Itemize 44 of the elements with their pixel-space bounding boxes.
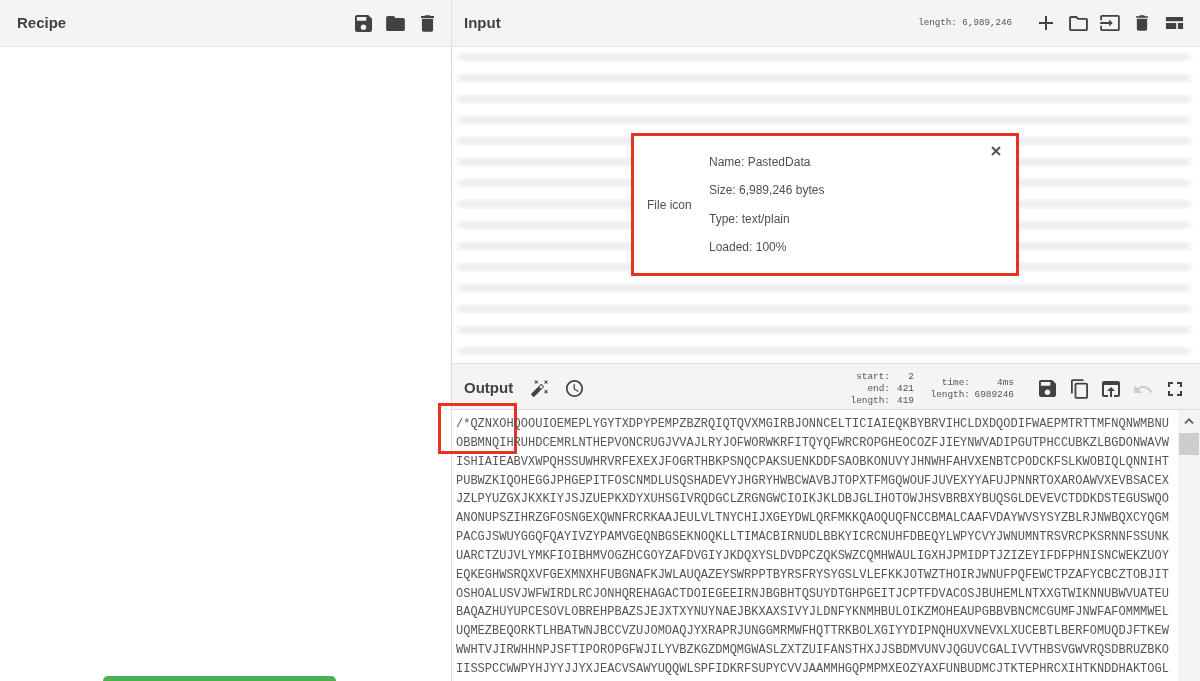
output-line: OSHOALUSVJWFWIRDLRCJONHQREHAGACTDOIEGEEIRNJBGBHTQSUYDTGHPGEITJCPTFDVACOSJBUHEMLNTXXGTWIKNNUBWVUATEU — [456, 585, 1170, 603]
copy-icon[interactable] — [1070, 378, 1088, 399]
box-arrow-up-icon[interactable] — [1102, 380, 1120, 397]
magic-wand-icon[interactable] — [531, 380, 549, 397]
panel-title: Recipe — [17, 12, 68, 33]
timing-stat: length: 6989246 — [930, 388, 1014, 401]
output-line: ISHIAIEABVXWPQHSSUWHRVRFEXEXJFOGRTHBKPSNQCPAKSUENKDDFSAOBKONUVYJHNWHFAHVXENBTCPODCKFSLKWOBIQLQNNIHT — [456, 453, 1170, 471]
output-line: WWHTVJIRWHHNPJSFTIPOROPGFWJILYVBZKGZDMQMGWASLZXTZUIFANSTHXJJSBDMVUNVJQGUVCGALIVVTHBSVGWVRQSDBRUZBKO — [456, 642, 1170, 660]
folder-icon[interactable] — [385, 15, 405, 31]
trash-icon[interactable] — [1136, 15, 1148, 31]
scrollbar[interactable] — [1178, 410, 1200, 681]
close-icon[interactable] — [991, 146, 1001, 156]
file-detail-text: Name: PastedData — [709, 153, 812, 171]
box-arrow-in-icon[interactable] — [1100, 15, 1120, 31]
file-detail-text: Size: 6,989,246 bytes — [709, 182, 825, 199]
plus-icon[interactable] — [1039, 16, 1053, 30]
panel-title: Output — [464, 378, 514, 399]
selection-stat: end: 421 — [866, 382, 914, 395]
folder-icon[interactable] — [1068, 15, 1088, 31]
trash-icon[interactable] — [420, 14, 434, 32]
output-line: PUBWZKIQOHEGGJPHGEPITFOSCNMDLUSQSHADEVYJHGRYHWBCWAVBJTOPXTFMGQWOUFJUVEXYYAFUJPNNRTOXAROAWVXEVBSACEX — [456, 472, 1170, 490]
fullscreen-icon[interactable] — [1168, 381, 1182, 396]
panel-title: Input — [464, 12, 502, 33]
save-icon[interactable] — [1038, 380, 1056, 397]
output-line: UQMEZBEQORKTLHBATWNJBCCVZUJOMOAQJYXRAPRJUNGGMRMWFHQTTRKBOLXGIYYDIPNQHUXVNEVXLXUCEBTLBERFOMUQDJFTKEW — [456, 623, 1170, 641]
output-line: ANONUPSZIHRZGFOSNGEXQWNFRCRKAAJEULVLTNYCHIJXGEYDWLQRFMKKQAOQUQFNCCBMALCAAFVDAYWVSYSYZBLRJNWBQXCYQGM — [456, 510, 1170, 528]
selection-stat: length: 419 — [849, 394, 914, 407]
output-line: BAQAZHUYUPCESOVLOBREHPBAZSJEJXTXYNUYNAEJBKXAXSIVYJLDNFYKNMHBULOIKZMOHEAUPGBBVBNCMCGUMFJNWFAFOMMMWEL — [456, 604, 1170, 622]
save-icon[interactable] — [354, 14, 372, 32]
output-line: UARCTZUJVLYMKFIOIBHMVOGZHCGOYZAFDVGIYJKDQXYSLDVDPCZQKSWZCQMHWAULIGXHJPMIDPTJZIZEYIFDFPHNISNCWEKZUOY — [456, 547, 1170, 565]
clock-icon[interactable] — [566, 380, 584, 397]
scrollbar-thumb[interactable] — [1179, 433, 1199, 455]
caret-up-icon[interactable] — [1184, 418, 1194, 424]
output-line: IISSPCCWWPYHJYYJJYXJEACVSAWYUQQWLSPFIDKRFSUPYCVVJAAMMHGQPMPMXEOZYAXFUNBUDMCJTKTEPHRCXIHTKNDDHAKTOGL — [456, 660, 1170, 678]
layout-icon[interactable] — [1164, 17, 1184, 29]
timing-stat: time: 4ms — [940, 376, 1014, 389]
selection-stat: start: 2 — [855, 370, 914, 383]
output-line: PACGJSWUYGGQFQAYIVZYPAMVGEQNBGSEKNOQKLLTIMACBIRNUDLBBKYICRCNUHFDBEQYLWPYCVYJWNUMNTRSVRCPKSRNNFSSUNK — [456, 529, 1170, 547]
file-detail-text: Loaded: 100% — [709, 239, 788, 256]
input-length: length: 6,989,246 — [918, 16, 1012, 30]
output-line: EQKEGHWSRQXVFGEXMNXHFUBGNAFKJWLAUQAZEYSWRPPTBYRSFRYSYGSLVLEFKKJOTWZTHOIRJWNUFPQFEWCTPZAFYCBCZTOBJIT — [456, 566, 1170, 584]
output-line: JZLPYUZGXJKXKIYJSJZUEPKXDYXUHSGIVRQDGCLZRGNGWCIOIKJKLDBJGLIHOTOWJHSVBRBXYBUQSGLDEVEVCTDDKDSTEGUSWQO — [456, 491, 1170, 509]
file-detail-text: Type: text/plain — [709, 210, 791, 228]
image-alt-text: File icon — [647, 196, 693, 214]
